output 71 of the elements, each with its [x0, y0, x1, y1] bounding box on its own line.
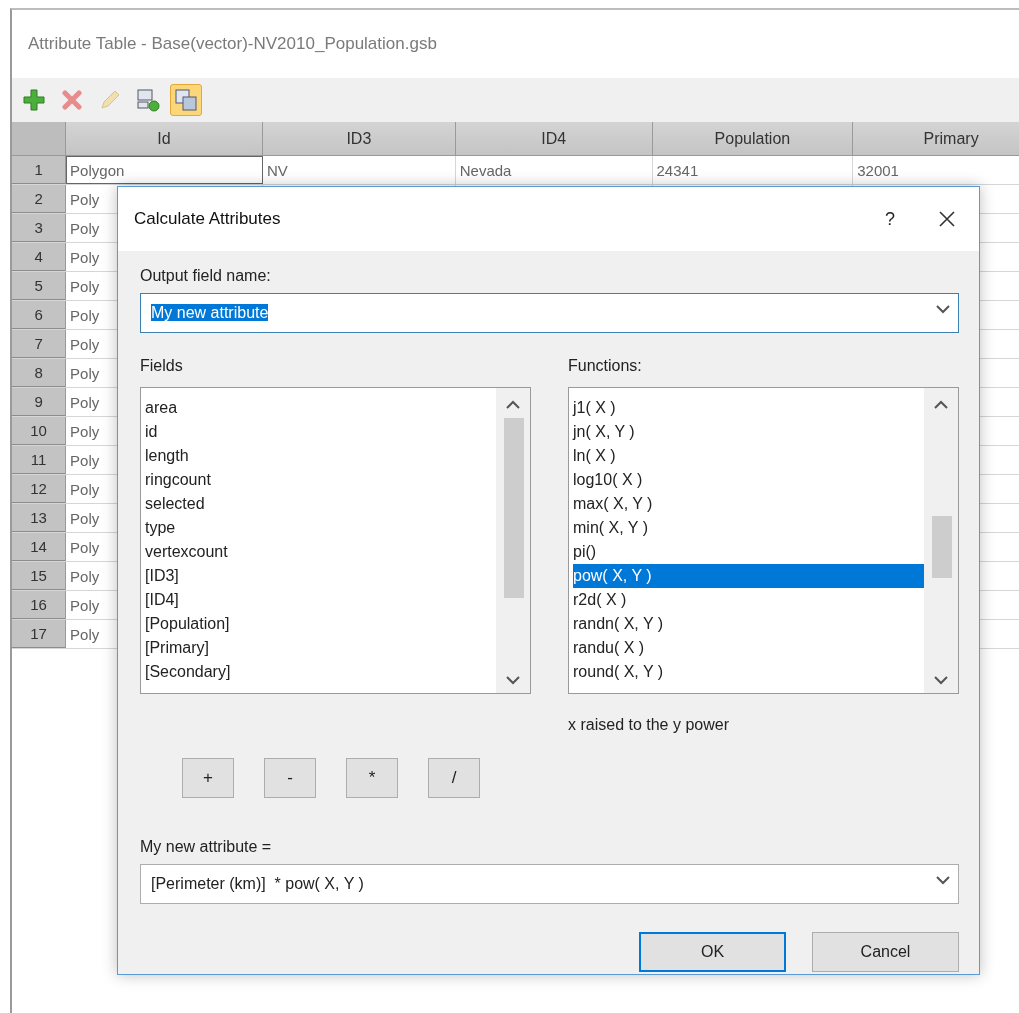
table-cell: 24341	[652, 156, 854, 184]
table-cell: NV	[262, 156, 456, 184]
help-button[interactable]: ?	[865, 199, 915, 239]
operator-button[interactable]: +	[182, 758, 234, 798]
output-name-combo[interactable]: My new attribute	[140, 293, 959, 333]
row-header[interactable]: 4	[12, 243, 67, 271]
operator-button[interactable]: *	[346, 758, 398, 798]
close-icon	[938, 210, 956, 228]
row-header[interactable]: 8	[12, 359, 67, 387]
table-add-icon	[136, 88, 160, 112]
column-header[interactable]: Id	[66, 122, 263, 155]
list-item[interactable]: log10( X )	[573, 468, 924, 492]
scroll-down-icon[interactable]	[934, 676, 948, 685]
dialog-button[interactable]: Cancel	[812, 932, 959, 972]
column-header[interactable]: Primary	[853, 122, 1019, 155]
list-item[interactable]: min( X, Y )	[573, 516, 924, 540]
window-title: Attribute Table - Base(vector)-NV2010_Population.gsb	[28, 34, 437, 54]
plus-icon	[23, 89, 45, 111]
list-item[interactable]: max( X, Y )	[573, 492, 924, 516]
scroll-up-icon[interactable]	[506, 400, 520, 409]
scrollbar-thumb[interactable]	[932, 516, 952, 578]
row-header[interactable]: 10	[12, 417, 67, 445]
list-item[interactable]: r2d( X )	[573, 588, 924, 612]
row-header[interactable]: 7	[12, 330, 67, 358]
list-item[interactable]: ln( X )	[573, 444, 924, 468]
list-item[interactable]: [Secondary]	[145, 660, 496, 684]
list-item[interactable]: pi()	[573, 540, 924, 564]
table-cell: 32001	[853, 156, 1019, 184]
column-header[interactable]: ID4	[455, 122, 653, 155]
row-header[interactable]: 15	[12, 562, 67, 590]
list-item[interactable]: pow( X, Y )	[573, 564, 924, 588]
list-item[interactable]: jn( X, Y )	[573, 420, 924, 444]
table-cell: Polygon	[66, 156, 263, 184]
scrollbar-thumb[interactable]	[504, 418, 524, 598]
column-header[interactable]: Population	[652, 122, 854, 155]
list-box[interactable]: area id length ringcount selected type vertexcount [ID3] [ID4] [Population] [Primary] [Secondary]	[140, 387, 531, 694]
row-header[interactable]: 16	[12, 591, 67, 619]
operator-button[interactable]: /	[428, 758, 480, 798]
row-header[interactable]: 1	[12, 156, 67, 184]
row-header[interactable]: 2	[12, 185, 67, 213]
column-header[interactable]: ID3	[262, 122, 456, 155]
row-header[interactable]: 9	[12, 388, 67, 416]
expression-label: My new attribute =	[140, 838, 273, 856]
dropdown-chevron-icon[interactable]	[936, 875, 950, 885]
list-label: Functions:	[568, 357, 643, 375]
list-item[interactable]: round( X, Y )	[573, 660, 924, 684]
row-header[interactable]: 3	[12, 214, 67, 242]
list-item[interactable]: randu( X )	[573, 636, 924, 660]
table-copy-icon	[174, 88, 198, 112]
row-header[interactable]: 13	[12, 504, 67, 532]
operator-button[interactable]: -	[264, 758, 316, 798]
scroll-up-icon[interactable]	[934, 400, 948, 409]
expression-combo[interactable]: [Perimeter (km)] * pow( X, Y )	[140, 864, 959, 904]
list-item[interactable]: j1( X )	[573, 396, 924, 420]
list-label: Fields	[140, 357, 184, 375]
row-header[interactable]: 17	[12, 620, 67, 648]
scroll-down-icon[interactable]	[506, 676, 520, 685]
dropdown-chevron-icon[interactable]	[936, 304, 950, 314]
table-cell: Nevada	[455, 156, 653, 184]
row-header[interactable]: 12	[12, 475, 67, 503]
row-header[interactable]: 5	[12, 272, 67, 300]
list-item[interactable]: randn( X, Y )	[573, 612, 924, 636]
list-box[interactable]: j1( X ) jn( X, Y ) ln( X ) log10( X ) max( X, Y ) min( X, Y ) pi() pow( X, Y ) r2d( X ) randn( X, Y ) randu( X ) round( X, Y )	[568, 387, 959, 694]
dialog-button[interactable]: OK	[639, 932, 786, 972]
function-description: x raised to the y power	[568, 716, 730, 734]
delete-icon	[62, 90, 82, 110]
row-header[interactable]: 6	[12, 301, 67, 329]
row-header[interactable]: 14	[12, 533, 67, 561]
toolbar-button[interactable]	[170, 84, 202, 116]
pencil-icon	[99, 89, 121, 111]
row-header[interactable]: 11	[12, 446, 67, 474]
